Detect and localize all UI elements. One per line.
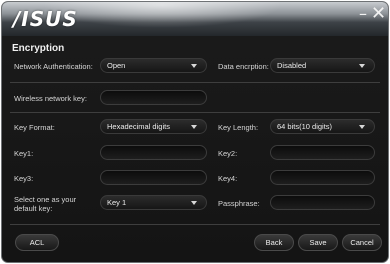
divider xyxy=(10,112,380,113)
passphrase-field[interactable] xyxy=(270,195,375,210)
default-key-label-line2: default key: xyxy=(14,204,53,213)
chevron-down-icon xyxy=(359,64,365,68)
key2-label: Key2: xyxy=(218,149,238,158)
key4-label: Key4: xyxy=(218,174,238,183)
key-length-select[interactable]: 64 bits(10 digits) xyxy=(270,119,375,134)
chevron-down-icon xyxy=(359,125,365,129)
divider xyxy=(10,224,380,225)
network-auth-value: Open xyxy=(107,61,126,70)
chevron-down-icon xyxy=(191,64,197,68)
data-encryption-label: Data encrption: xyxy=(218,62,269,71)
wireless-key-label: Wireless network key: xyxy=(14,94,87,103)
data-encryption-select[interactable]: Disabled xyxy=(270,58,375,73)
title-bar: /ISUS – ✕ xyxy=(2,2,388,36)
key3-label: Key3: xyxy=(14,174,34,183)
key3-field[interactable] xyxy=(100,170,207,185)
cancel-button[interactable]: Cancel xyxy=(342,234,382,251)
key2-field[interactable] xyxy=(270,145,375,160)
back-button[interactable]: Back xyxy=(254,234,294,251)
key-format-select[interactable]: Hexadecimal digits xyxy=(100,119,207,134)
divider xyxy=(10,82,380,83)
key-length-value: 64 bits(10 digits) xyxy=(277,122,333,131)
key1-field[interactable] xyxy=(100,145,207,160)
network-auth-select[interactable]: Open xyxy=(100,58,207,73)
key-length-label: Key Length: xyxy=(218,123,259,132)
key-format-value: Hexadecimal digits xyxy=(107,122,170,131)
acl-button[interactable]: ACL xyxy=(15,234,59,251)
minimize-button[interactable]: – xyxy=(356,5,370,23)
key1-label: Key1: xyxy=(14,149,34,158)
key-format-label: Key Format: xyxy=(14,123,55,132)
encryption-dialog: /ISUS – ✕ Encryption Network Authenticat… xyxy=(1,1,389,263)
title-bar-highlight xyxy=(42,2,282,28)
network-auth-label: Network Authentication: xyxy=(14,62,93,71)
asus-logo: /ISUS xyxy=(13,7,78,31)
section-title: Encryption xyxy=(12,43,65,54)
default-key-select[interactable]: Key 1 xyxy=(100,195,207,210)
default-key-value: Key 1 xyxy=(107,198,127,207)
save-button[interactable]: Save xyxy=(298,234,338,251)
close-button[interactable]: ✕ xyxy=(371,5,386,23)
key4-field[interactable] xyxy=(270,170,375,185)
chevron-down-icon xyxy=(191,125,197,129)
data-encryption-value: Disabled xyxy=(277,61,307,70)
chevron-down-icon xyxy=(191,201,197,205)
wireless-key-field[interactable] xyxy=(100,90,207,105)
passphrase-label: Passphrase: xyxy=(218,199,260,208)
default-key-label-line1: Select one as your xyxy=(14,195,77,204)
